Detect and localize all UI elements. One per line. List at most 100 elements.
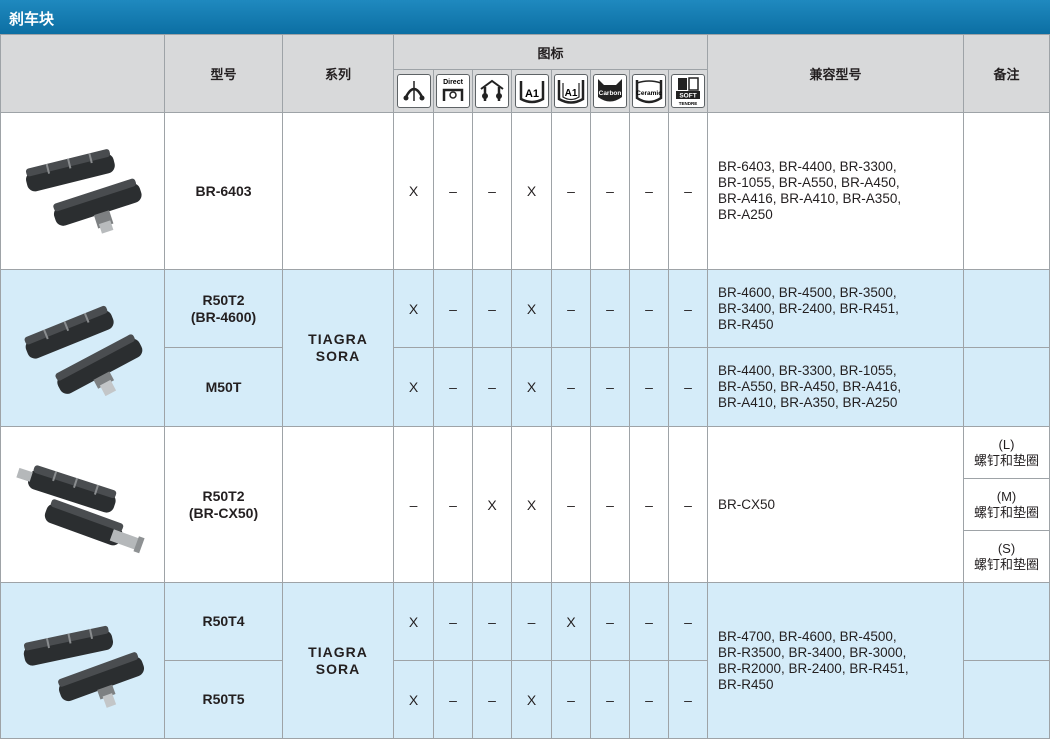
mark-cell: – [551,347,591,427]
compatible-line: BR-6403, BR-4400, BR-3300, [718,159,897,174]
mark-cell: – [590,582,630,661]
model-header: 型号 [164,34,283,113]
mark-cell: – [629,347,669,427]
mark-cell: – [393,426,434,583]
mark-cell: – [590,112,630,270]
mark-cell: X [511,112,552,270]
compatible-cell: BR-4600, BR-4500, BR-3500, BR-3400, BR-2… [707,269,964,348]
compatible-line: BR-R3500, BR-3400, BR-3000, [718,644,907,660]
mark-cell: X [511,660,552,739]
model-name: R50T2 [202,487,245,504]
remarks-cell [963,660,1050,739]
compatible-line: BR-4700, BR-4600, BR-4500, [718,628,897,644]
model-name: R50T2 [202,291,245,308]
remarks-cell [963,112,1050,270]
model-cell: BR-6403 [164,112,283,270]
mark-cell: X [393,582,434,661]
mark-cell: – [629,660,669,739]
aluminum-rim-alt-icon-cell: A1 [551,69,591,113]
model-name: R50T5 [202,691,245,707]
soft-icon-label: SOFT [679,93,696,100]
series-name: TIAGRA [308,331,368,347]
compatible-cell: BR-CX50 [707,426,964,583]
brake-pad-table: 型号 系列 图标 兼容型号 备注 Direct A1 A1 Carbon Cer… [0,34,1050,739]
mark-cell: X [393,347,434,427]
mark-cell: – [590,269,630,348]
mark-cell: – [433,582,473,661]
remarks-cell: (M) 螺钉和垫圈 [963,478,1050,531]
mark-cell: – [433,347,473,427]
mark-cell: – [629,426,669,583]
icons-header: 图标 [393,34,708,70]
brake-pad-image [0,426,165,583]
mark-cell: – [551,112,591,270]
series-cell [282,426,394,583]
image-header [0,34,165,113]
mark-cell: X [551,582,591,661]
series-name: SORA [315,348,361,364]
remark-size: (L) [998,436,1015,452]
soft-compound-icon: SOFT TENDRE [671,74,705,108]
cantilever-icon [475,74,509,108]
ceramic-rim-icon-cell: Ceramic [629,69,669,113]
mark-cell: – [433,426,473,583]
tendre-icon-label: TENDRE [679,101,698,106]
remarks-cell [963,347,1050,427]
mark-cell: – [668,112,708,270]
mark-cell: – [668,582,708,661]
compatible-line: BR-1055, BR-A550, BR-A450, [718,175,900,190]
mark-cell: – [590,660,630,739]
mark-cell: – [551,426,591,583]
table-row: R50T2 (BR-4600) TIAGRA SORA X – – X – – … [0,269,1050,427]
direct-mount-icon: Direct [436,74,470,108]
compatible-line: BR-3400, BR-2400, BR-R451, [718,300,899,316]
mark-cell: – [590,426,630,583]
compatible-cell: BR-4700, BR-4600, BR-4500, BR-R3500, BR-… [707,582,964,739]
series-cell: TIAGRA SORA [282,269,394,427]
model-cell: R50T4 [164,582,283,661]
mark-cell: X [511,426,552,583]
mark-cell: – [668,269,708,348]
aluminum-rim-alt-icon: A1 [554,74,588,108]
aluminum-rim-icon: A1 [514,74,549,108]
brake-pad-image [0,112,165,270]
model-name: R50T4 [202,613,245,629]
compatible-cell: BR-4400, BR-3300, BR-1055, BR-A550, BR-A… [707,347,964,427]
compatible-line: BR-R450 [718,316,774,332]
mark-cell: – [511,582,552,661]
mark-cell: – [668,426,708,583]
compatible-header: 兼容型号 [707,34,964,113]
section-title-bar: 刹车块 [0,0,1050,34]
compatible-line: BR-A416, BR-A410, BR-A350, [718,191,902,206]
mark-cell: – [472,112,512,270]
brake-pad-table-page: 刹车块 型号 系列 图标 兼容型号 备注 Direct A1 A1 Carbon… [0,0,1050,742]
remarks-header: 备注 [963,34,1050,113]
table-row: R50T2 (BR-CX50) – – X X – – – – BR-CX50 … [0,426,1050,583]
cantilever-icon-cell [472,69,512,113]
compatible-line: BR-CX50 [718,496,776,512]
section-title: 刹车块 [9,11,55,28]
series-name: TIAGRA [308,643,368,660]
model-subname: (BR-4600) [190,308,257,325]
brake-pad-image [0,582,165,739]
model-cell: R50T5 [164,660,283,739]
road-caliper-icon-cell [393,69,434,113]
carbon-icon-label: Carbon [599,90,622,97]
table-row: BR-6403 X – – X – – – – BR-6403, BR-4400… [0,112,1050,270]
mark-cell: X [511,347,552,427]
mark-cell: – [472,347,512,427]
model-cell: R50T2 (BR-4600) [164,269,283,348]
remark-text: 螺钉和垫圈 [973,504,1039,520]
mark-cell: – [629,269,669,348]
mark-cell: – [433,660,473,739]
compatible-cell: BR-6403, BR-4400, BR-3300, BR-1055, BR-A… [707,112,964,270]
model-name: BR-6403 [195,182,252,199]
soft-compound-icon-cell: SOFT TENDRE [668,69,708,113]
remark-size: (S) [997,540,1016,556]
compatible-line: BR-A410, BR-A350, BR-A250 [718,395,898,410]
model-name: M50T [205,378,242,395]
mark-cell: – [668,660,708,739]
model-cell: M50T [164,347,283,427]
mark-cell: – [590,347,630,427]
carbon-rim-icon-cell: Carbon [590,69,630,113]
